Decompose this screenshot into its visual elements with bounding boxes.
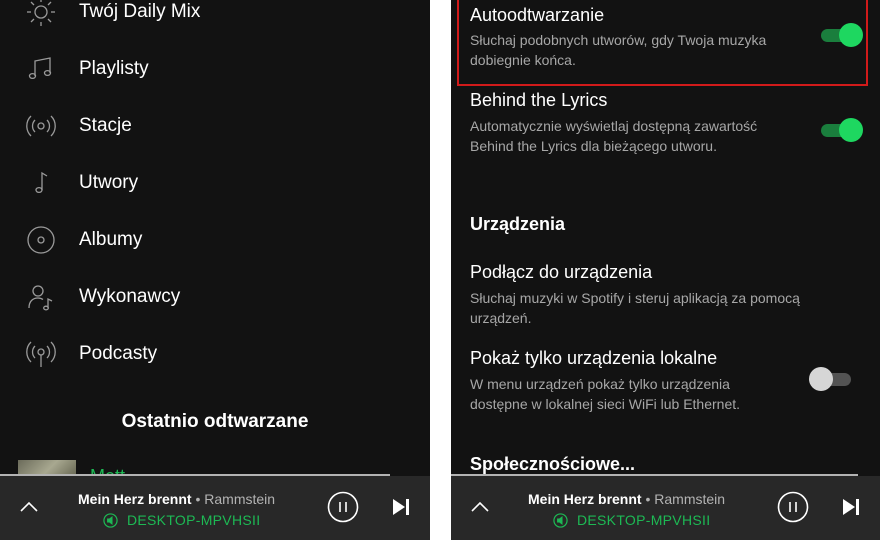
- now-playing-track: Mein Herz brennt • Rammstein: [528, 491, 725, 507]
- social-heading: Społecznościowe...: [470, 454, 636, 474]
- behind-lyrics-toggle[interactable]: [821, 118, 863, 142]
- setting-title: Podłącz do urządzenia: [470, 262, 653, 282]
- now-playing-track: Mein Herz brennt • Rammstein: [78, 491, 275, 507]
- device-name: DESKTOP-MPVHSII: [127, 512, 261, 528]
- library-item-playlists[interactable]: Playlisty: [0, 47, 430, 91]
- library-item-tracks[interactable]: Utwory: [0, 161, 430, 205]
- sun-icon: [24, 0, 58, 29]
- setting-title: Behind the Lyrics: [470, 90, 608, 110]
- pause-button[interactable]: [777, 491, 809, 523]
- recently-played-heading: Ostatnio odtwarzane: [121, 411, 309, 432]
- settings-panel: Autoodtwarzanie Słuchaj podobnych utworó…: [451, 0, 880, 540]
- mini-player[interactable]: Mein Herz brennt • Rammstein DESKTOP-MPV…: [0, 476, 430, 540]
- local-devices-toggle[interactable]: [809, 367, 851, 391]
- library-item-label: Wykonawcy: [79, 286, 181, 307]
- now-playing-artist: Rammstein: [204, 491, 276, 507]
- library-item-stations[interactable]: Stacje: [0, 104, 430, 148]
- library-item-label: Twój Daily Mix: [79, 1, 201, 22]
- skip-next-button[interactable]: [840, 496, 862, 518]
- skip-next-button[interactable]: [390, 496, 412, 518]
- setting-description: W menu urządzeń pokaż tylko urządzenia d…: [470, 376, 741, 412]
- separator: •: [641, 491, 655, 507]
- setting-description: Automatycznie wyświetlaj dostępną zawart…: [470, 118, 758, 154]
- library-item-label: Stacje: [79, 115, 132, 136]
- now-playing-song: Mein Herz brennt: [78, 491, 192, 507]
- setting-description: Słuchaj podobnych utworów, gdy Twoja muz…: [470, 32, 767, 68]
- speaker-icon: [103, 512, 118, 528]
- album-icon: [24, 223, 58, 257]
- now-playing-artist: Rammstein: [654, 491, 726, 507]
- library-item-artists[interactable]: Wykonawcy: [0, 275, 430, 319]
- library-item-daily-mix[interactable]: Twój Daily Mix: [0, 0, 430, 34]
- autoplay-toggle[interactable]: [821, 23, 863, 47]
- radio-icon: [24, 109, 58, 143]
- chevron-up-icon[interactable]: [18, 496, 40, 518]
- library-item-label: Playlisty: [79, 58, 149, 79]
- library-item-podcasts[interactable]: Podcasty: [0, 332, 430, 376]
- music-notes-icon: [24, 52, 58, 86]
- library-item-label: Podcasty: [79, 343, 158, 364]
- speaker-icon: [553, 512, 568, 528]
- separator: •: [191, 491, 205, 507]
- mini-player[interactable]: Mein Herz brennt • Rammstein DESKTOP-MPV…: [451, 476, 880, 540]
- library-panel: Twój Daily Mix Playlisty Stacje Utwory A…: [0, 0, 430, 540]
- artist-icon: [24, 280, 58, 314]
- device-name: DESKTOP-MPVHSII: [577, 512, 711, 528]
- library-item-label: Utwory: [79, 172, 139, 193]
- library-item-label: Albumy: [79, 229, 143, 250]
- library-item-albums[interactable]: Albumy: [0, 218, 430, 262]
- music-note-icon: [24, 166, 58, 200]
- podcast-icon: [24, 337, 58, 371]
- devices-heading: Urządzenia: [470, 214, 566, 234]
- setting-title: Pokaż tylko urządzenia lokalne: [470, 348, 718, 368]
- now-playing-song: Mein Herz brennt: [528, 491, 642, 507]
- pause-button[interactable]: [327, 491, 359, 523]
- connected-device[interactable]: DESKTOP-MPVHSII: [553, 512, 710, 528]
- setting-title: Autoodtwarzanie: [470, 5, 605, 25]
- setting-description: Słuchaj muzyki w Spotify i steruj aplika…: [470, 290, 800, 326]
- chevron-up-icon[interactable]: [469, 496, 491, 518]
- connected-device[interactable]: DESKTOP-MPVHSII: [103, 512, 260, 528]
